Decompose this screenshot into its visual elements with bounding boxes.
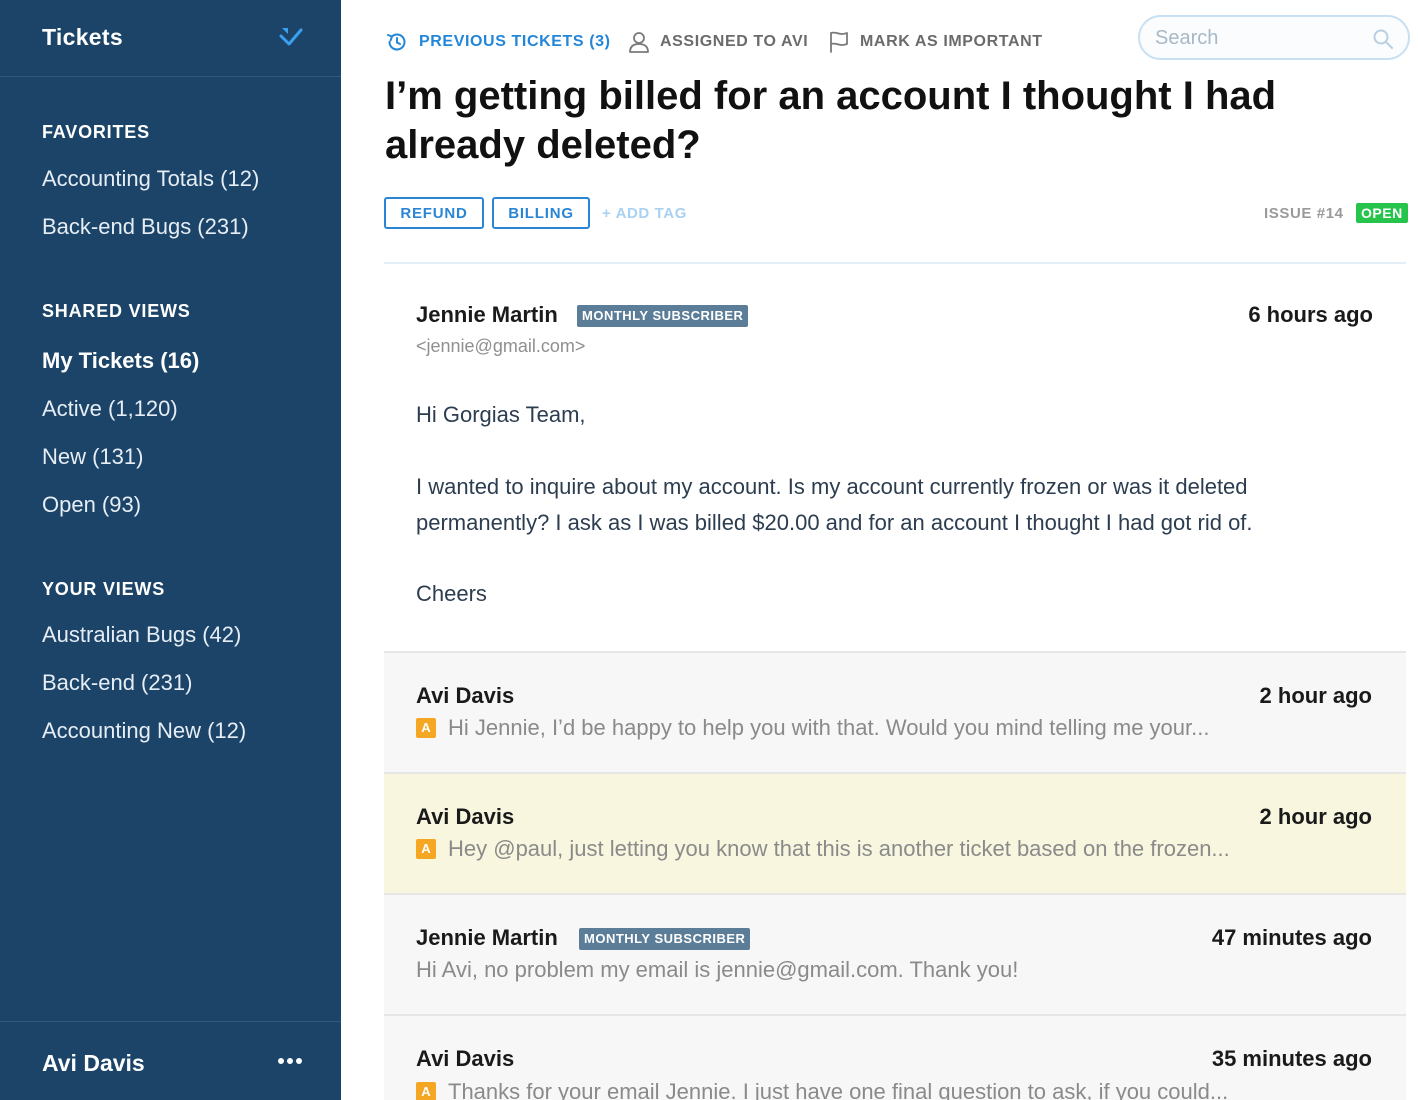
sidebar-item-new[interactable]: New (131) [42, 444, 143, 470]
sidebar-item-active[interactable]: Active (1,120) [42, 396, 178, 422]
sidebar-item-back-end-bugs[interactable]: Back-end Bugs (231) [42, 214, 249, 240]
sidebar-item-accounting-totals[interactable]: Accounting Totals (12) [42, 166, 259, 192]
row-time: 2 hour ago [1259, 683, 1372, 708]
history-icon [387, 33, 406, 51]
row-preview: A Thanks for your email Jennie. I just h… [416, 1079, 1228, 1100]
row-author: Avi Davis [416, 804, 515, 829]
checkmark-icon[interactable] [277, 24, 305, 52]
row-author: Avi Davis [416, 683, 515, 708]
mark-important-label: MARK AS IMPORTANT [860, 33, 1043, 50]
row-preview-text: Thanks for your email Jennie. I just hav… [448, 1079, 1229, 1100]
sidebar-item-my-tickets[interactable]: My Tickets (16) [42, 348, 199, 374]
mark-important-button[interactable]: MARK AS IMPORTANT [828, 30, 1043, 54]
search-input[interactable] [1155, 25, 1370, 51]
ticket-main: PREVIOUS TICKETS (3) ASSIGNED TO AVI MAR… [341, 0, 1418, 1100]
sidebar-item-back-end[interactable]: Back-end (231) [42, 670, 192, 696]
current-user-name[interactable]: Avi Davis [42, 1050, 145, 1077]
agent-badge-icon: A [416, 839, 436, 859]
message-time: 6 hours ago [1248, 302, 1373, 327]
section-favorites: FAVORITES [42, 122, 150, 142]
row-time: 35 minutes ago [1211, 1046, 1372, 1071]
search-icon[interactable] [1372, 28, 1394, 50]
tag-billing[interactable]: BILLING [492, 197, 590, 229]
assigned-button[interactable]: ASSIGNED TO AVI [628, 30, 808, 54]
issue-number: ISSUE #14 [1264, 205, 1344, 222]
subscriber-badge: MONTHLY SUBSCRIBER [579, 928, 751, 950]
sidebar-header: Tickets [0, 0, 341, 77]
agent-badge-icon: A [416, 718, 436, 738]
message-author: Jennie Martin [416, 302, 558, 327]
thread-row[interactable]: Avi Davis 35 minutes ago A Thanks for yo… [384, 1014, 1406, 1100]
tag-refund[interactable]: REFUND [384, 197, 484, 229]
user-icon [629, 32, 649, 53]
row-preview: Hi Avi, no problem my email is jennie@gm… [416, 957, 1018, 983]
message-email: <jennie@gmail.com> [416, 336, 586, 356]
thread-row-internal-note[interactable]: Avi Davis 2 hour ago A Hey @paul, just l… [384, 772, 1406, 893]
sidebar-title: Tickets [42, 24, 123, 50]
row-preview: A Hi Jennie, I’d be happy to help you wi… [416, 715, 1209, 741]
sidebar-item-australian-bugs[interactable]: Australian Bugs (42) [42, 622, 241, 648]
thread-row[interactable]: Avi Davis 2 hour ago A Hi Jennie, I’d be… [384, 651, 1406, 772]
app-window: Tickets FAVORITES Accounting Totals (12)… [0, 0, 1418, 1100]
row-preview: A Hey @paul, just letting you know that … [416, 836, 1230, 862]
row-preview-text: Hi Jennie, I’d be happy to help you with… [448, 715, 1210, 740]
search-box [1138, 15, 1410, 60]
flag-icon [830, 31, 848, 53]
sidebar-footer: Avi Davis [0, 1021, 341, 1100]
thread-row[interactable]: Jennie Martin MONTHLY SUBSCRIBER 47 minu… [384, 893, 1406, 1014]
row-preview-text: Hey @paul, just letting you know that th… [448, 836, 1230, 861]
message-signoff: Cheers [416, 581, 487, 606]
row-time: 2 hour ago [1259, 804, 1372, 829]
assigned-label: ASSIGNED TO AVI [660, 33, 809, 50]
row-time: 47 minutes ago [1211, 925, 1372, 950]
row-author: Jennie Martin [416, 925, 558, 950]
sidebar-item-open[interactable]: Open (93) [42, 492, 141, 518]
message-greeting: Hi Gorgias Team, [416, 402, 586, 427]
more-options-icon[interactable] [272, 1048, 308, 1074]
previous-tickets-button[interactable]: PREVIOUS TICKETS (3) [385, 30, 611, 54]
subscriber-badge: MONTHLY SUBSCRIBER [577, 305, 749, 327]
sidebar-item-accounting-new[interactable]: Accounting New (12) [42, 718, 246, 744]
previous-tickets-label: PREVIOUS TICKETS (3) [419, 33, 611, 50]
section-your-views: YOUR VIEWS [42, 579, 166, 599]
message-body-line-1: I wanted to inquire about my account. Is… [416, 474, 1248, 499]
ticket-title: I’m getting billed for an account I thou… [385, 74, 1277, 167]
sidebar: Tickets FAVORITES Accounting Totals (12)… [0, 0, 341, 1100]
section-shared-views: SHARED VIEWS [42, 301, 191, 321]
row-preview-text: Hi Avi, no problem my email is jennie@gm… [416, 957, 1019, 982]
add-tag-button[interactable]: + ADD TAG [602, 205, 687, 222]
agent-badge-icon: A [416, 1082, 436, 1100]
row-author: Avi Davis [416, 1046, 515, 1071]
message-body-line-2: permanently? I ask as I was billed $20.0… [416, 510, 1253, 535]
status-badge: OPEN [1356, 203, 1408, 223]
original-message: Jennie Martin MONTHLY SUBSCRIBER 6 hours… [384, 264, 1406, 651]
